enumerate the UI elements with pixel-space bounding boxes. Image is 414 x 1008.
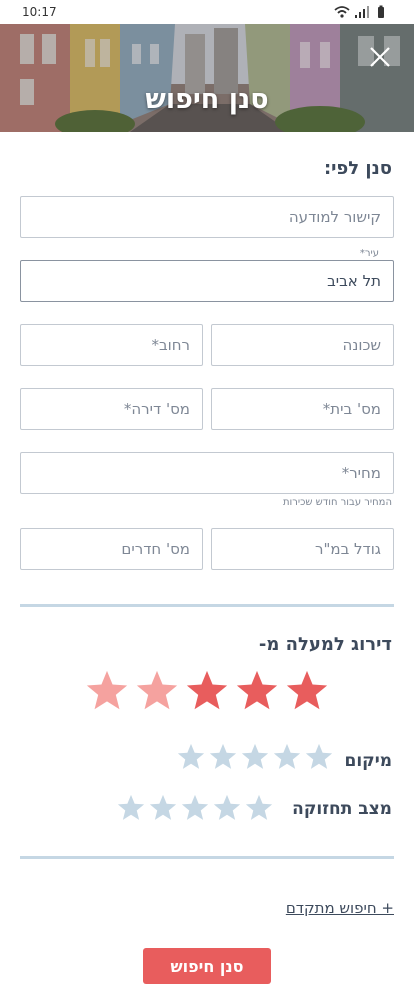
location-rating-stars[interactable] [176,742,334,774]
star-icon[interactable] [184,668,230,714]
signal-icon [355,6,369,18]
rating-title: דירוג למעלה מ- [258,634,392,655]
star-icon[interactable] [116,793,146,823]
star-icon[interactable] [84,668,130,714]
star-icon[interactable] [134,668,180,714]
rooms-field[interactable] [20,528,203,570]
house-number-field[interactable] [211,388,394,430]
city-field[interactable] [20,260,394,302]
price-field[interactable] [20,452,394,494]
star-icon[interactable] [284,668,330,714]
star-icon[interactable] [212,793,242,823]
city-label: עיר* [356,248,382,259]
page-title: סנן חיפוש [145,84,269,115]
price-helper-text: המחיר עבור חודש שכירות [282,497,392,508]
house-number-input[interactable] [212,389,393,429]
header: סנן חיפוש [0,24,414,132]
star-icon[interactable] [148,793,178,823]
divider [20,856,394,859]
city-input[interactable] [21,261,393,301]
size-input[interactable] [212,529,393,569]
rooms-input[interactable] [21,529,202,569]
star-icon[interactable] [234,668,280,714]
star-icon[interactable] [208,742,238,772]
star-icon[interactable] [176,742,206,772]
neighborhood-input[interactable] [212,325,393,365]
advanced-search-link[interactable]: + חיפוש מתקדם [286,899,394,917]
street-input[interactable] [21,325,202,365]
status-bar: 10:17 [0,0,414,24]
star-icon[interactable] [272,742,302,772]
apartment-number-input[interactable] [21,389,202,429]
price-input[interactable] [21,453,393,493]
size-field[interactable] [211,528,394,570]
ad-link-input[interactable] [21,197,393,237]
filter-search-button[interactable]: סנן חיפוש [143,948,271,984]
location-label: מיקום [344,751,393,771]
maintenance-label: מצב תחזוקה [292,799,392,819]
status-icons [334,5,384,18]
filter-by-title: סנן לפי: [323,158,392,179]
star-icon[interactable] [180,793,210,823]
overall-rating-stars[interactable] [84,668,334,714]
apartment-number-field[interactable] [20,388,203,430]
street-field[interactable] [20,324,203,366]
divider [20,604,394,607]
wifi-icon [334,6,350,18]
star-icon[interactable] [304,742,334,772]
header-street-image [0,24,414,132]
neighborhood-field[interactable] [211,324,394,366]
star-icon[interactable] [240,742,270,772]
maintenance-rating-stars[interactable] [116,793,274,825]
battery-icon [378,5,384,18]
close-icon[interactable] [368,45,392,69]
ad-link-field[interactable] [20,196,394,238]
star-icon[interactable] [244,793,274,823]
status-time: 10:17 [22,5,57,19]
